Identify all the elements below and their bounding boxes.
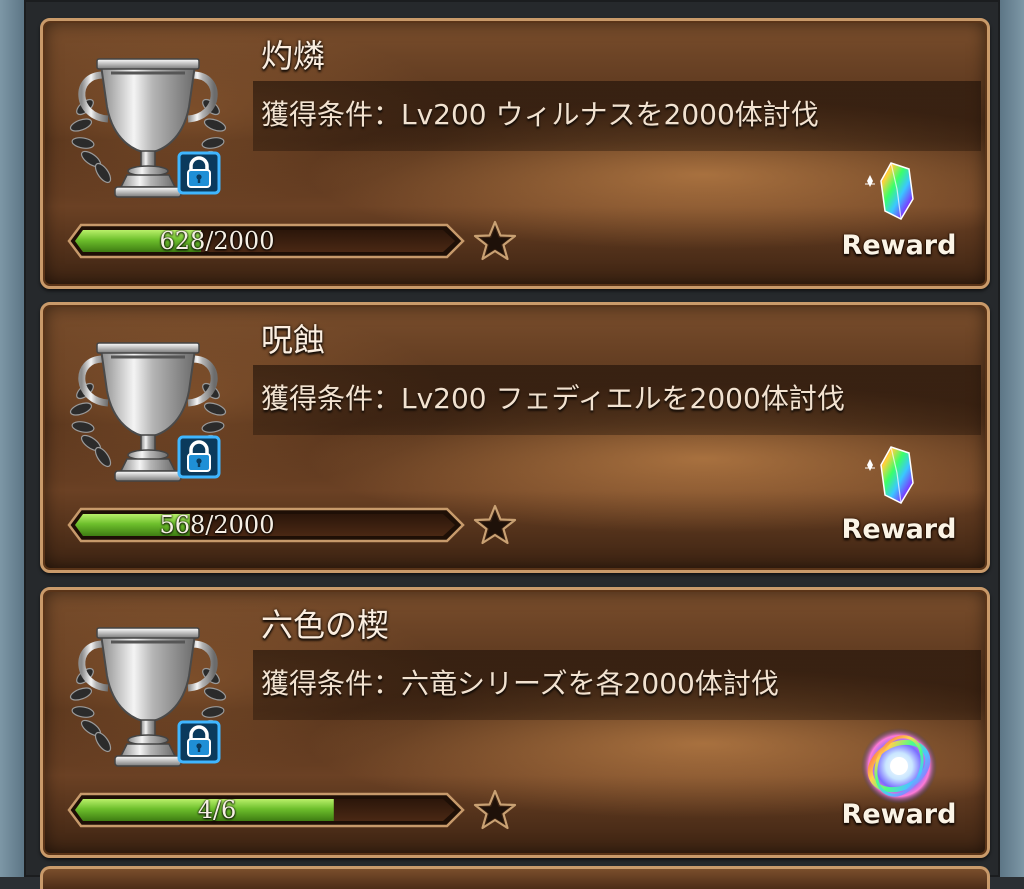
trophy-card[interactable]: 呪蝕 獲得条件：Lv200 フェディエルを2000体討伐 568/2000 Re… — [40, 302, 990, 573]
trophy-title: 六色の楔 — [261, 606, 390, 644]
trophy-card[interactable]: 灼燐 獲得条件：Lv200 ウィルナスを2000体討伐 628/2000 Rew… — [40, 18, 990, 289]
next-trophy-card[interactable] — [40, 866, 990, 889]
trophy-card[interactable]: 六色の楔 獲得条件：六竜シリーズを各2000体討伐 4/6 Reward — [40, 587, 990, 858]
progress-text: 628/2000 — [159, 227, 275, 255]
progress-bar: 4/6 — [67, 792, 465, 828]
left-border — [0, 0, 24, 877]
right-border — [1000, 0, 1024, 877]
star-icon — [473, 503, 517, 547]
reward-button[interactable]: Reward — [839, 728, 959, 834]
progress-bar: 568/2000 — [67, 507, 465, 543]
lock-icon — [177, 435, 221, 479]
reward-label: Reward — [841, 230, 957, 261]
reward-button[interactable]: Reward — [839, 446, 959, 549]
reward-label: Reward — [841, 514, 957, 545]
reward-button[interactable]: Reward — [839, 162, 959, 265]
trophy-condition: 獲得条件：Lv200 フェディエルを2000体討伐 — [261, 382, 845, 415]
trophy-condition: 獲得条件：六竜シリーズを各2000体討伐 — [261, 667, 779, 700]
progress-bar: 628/2000 — [67, 223, 465, 259]
progress-text: 4/6 — [197, 796, 237, 824]
lock-icon — [177, 151, 221, 195]
trophy-title: 呪蝕 — [261, 321, 326, 359]
star-icon — [473, 219, 517, 263]
trophy-condition: 獲得条件：Lv200 ウィルナスを2000体討伐 — [261, 98, 819, 131]
progress-text: 568/2000 — [159, 511, 275, 539]
lock-icon — [177, 720, 221, 764]
reward-label: Reward — [841, 799, 957, 830]
trophy-title: 灼燐 — [261, 37, 326, 75]
star-icon — [473, 788, 517, 832]
